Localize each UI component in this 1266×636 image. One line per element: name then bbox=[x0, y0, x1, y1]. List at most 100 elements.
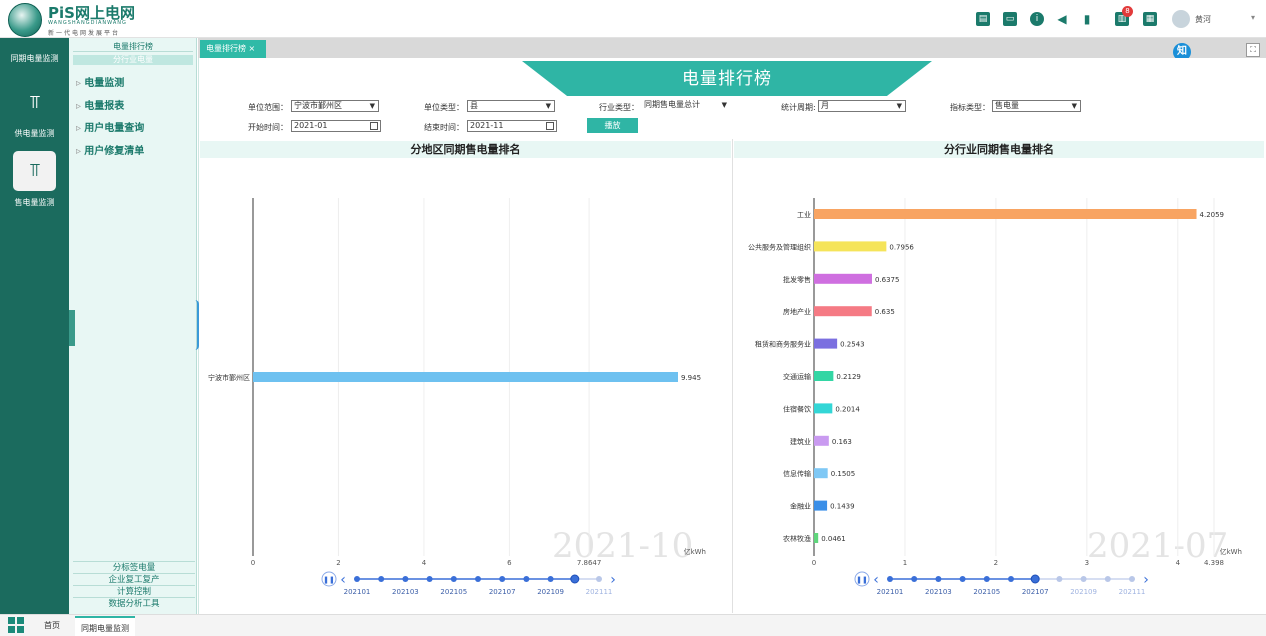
timeline-label: 202105 bbox=[440, 588, 467, 596]
category-label: 金融业 bbox=[790, 502, 811, 511]
data-label: 0.0461 bbox=[821, 535, 846, 543]
timeline-dot bbox=[499, 576, 506, 582]
start-time-label: 开始时间： bbox=[248, 123, 288, 132]
x-tick-label: 0 bbox=[812, 559, 816, 567]
menu-item-repair-list[interactable]: ▹ 用户修复清单 bbox=[76, 142, 144, 157]
calendar-icon[interactable] bbox=[370, 122, 378, 130]
message-icon[interactable]: ▭ bbox=[1003, 12, 1017, 26]
menu-bottom-calc-control[interactable]: 计算控制 bbox=[73, 585, 195, 597]
logo-globe-icon bbox=[8, 3, 42, 37]
avatar[interactable] bbox=[1172, 10, 1190, 28]
document-icon[interactable]: ▤ bbox=[976, 12, 990, 26]
info-icon[interactable]: i bbox=[1030, 12, 1044, 26]
timeline-dot bbox=[959, 576, 966, 582]
prev-icon: ‹ bbox=[873, 572, 879, 588]
bar bbox=[814, 371, 834, 381]
category-label: 租赁和商务服务业 bbox=[755, 340, 811, 349]
chevron-down-icon[interactable]: ▾ bbox=[1251, 13, 1255, 22]
tower-icon: ⫪ bbox=[29, 92, 41, 113]
data-label: 4.2059 bbox=[1200, 211, 1225, 219]
menu-sub-item-ranking[interactable]: 电量排行榜 bbox=[73, 42, 193, 52]
calculator-icon[interactable]: ▦ bbox=[1143, 12, 1157, 26]
close-icon[interactable]: × bbox=[249, 44, 256, 53]
bar bbox=[814, 241, 887, 252]
prev-icon: ‹ bbox=[340, 572, 346, 588]
bar bbox=[253, 372, 678, 382]
menu-bottom-data-tools[interactable]: 数据分析工具 bbox=[73, 597, 195, 609]
timeline-dot bbox=[570, 574, 580, 584]
period-select[interactable]: 月 ▼ bbox=[818, 100, 906, 112]
pause-icon: ❚❚ bbox=[323, 576, 335, 584]
next-icon: › bbox=[610, 572, 616, 588]
menu-collapse-handle[interactable] bbox=[69, 310, 75, 346]
bar bbox=[814, 209, 1197, 219]
nav-item-sales-monitor[interactable]: 售电量监测 bbox=[0, 197, 69, 208]
unit-type-select[interactable]: 县 ▼ bbox=[467, 100, 555, 112]
nav-item-supply-monitor[interactable]: 供电量监测 bbox=[0, 128, 69, 139]
menu-item-label: 用户电量查询 bbox=[84, 123, 145, 134]
menu-sub-item-industry[interactable]: 分行业电量 bbox=[73, 55, 193, 65]
category-label: 农林牧渔 bbox=[783, 534, 811, 543]
data-label: 0.635 bbox=[875, 308, 895, 316]
tab-strip bbox=[198, 38, 1266, 58]
unit-type-label: 单位类型： bbox=[424, 103, 464, 112]
menu-item-report[interactable]: ▹ 电量报表 bbox=[76, 97, 124, 112]
calendar-icon[interactable] bbox=[546, 122, 554, 130]
x-tick-label: 4 bbox=[1176, 559, 1181, 567]
timeline-dot bbox=[1056, 576, 1063, 582]
page-title: 电量排行榜 bbox=[682, 69, 772, 89]
start-time-input[interactable]: 2021-01 bbox=[291, 120, 381, 132]
unit-range-select[interactable]: 宁波市鄞州区 ▼ bbox=[291, 100, 379, 112]
select-value: 月 bbox=[821, 101, 829, 110]
timeline-dot bbox=[596, 576, 602, 582]
timeline-dot bbox=[1129, 576, 1135, 582]
industry-bar-chart: 0 1 2 3 4 4.398 亿kWh 工业 4.2059 公共服务及管理组织 0.7956 批发零… bbox=[748, 198, 1242, 596]
data-label: 0.2014 bbox=[835, 405, 860, 413]
x-tick-label: 2 bbox=[994, 559, 998, 567]
timeline-dot bbox=[523, 576, 530, 582]
nav-item-sync-monitor[interactable]: 同期电量监测 bbox=[0, 53, 69, 64]
category-label: 宁波市鄞州区 bbox=[208, 373, 250, 382]
bar bbox=[814, 533, 819, 543]
home-tab[interactable]: 首页 bbox=[44, 620, 60, 631]
timeline-dot bbox=[911, 576, 918, 582]
end-time-input[interactable]: 2021-11 bbox=[467, 120, 557, 132]
data-label: 0.1505 bbox=[831, 470, 856, 478]
grid-icon[interactable] bbox=[8, 617, 24, 633]
page-tab[interactable]: 同期电量监测 bbox=[75, 616, 135, 636]
top-bar bbox=[0, 0, 1266, 38]
chart-icon[interactable]: ▮ bbox=[1080, 12, 1094, 26]
username[interactable]: 黄河 bbox=[1195, 14, 1211, 25]
select-value: 售电量 bbox=[995, 101, 1019, 110]
menu-item-user-query[interactable]: ▹ 用户电量查询 bbox=[76, 119, 144, 134]
timeline-dot bbox=[475, 576, 481, 582]
fullscreen-icon[interactable]: ⛶ bbox=[1246, 43, 1260, 57]
timeline-label: 202109 bbox=[1070, 588, 1097, 596]
timeline-label: 202105 bbox=[973, 588, 1000, 596]
menu-bottom-tag-power[interactable]: 分标签电量 bbox=[73, 561, 195, 573]
timeline-label: 202101 bbox=[877, 588, 904, 596]
bottom-bar bbox=[0, 614, 1266, 636]
end-time-label: 结束时间： bbox=[424, 123, 464, 132]
play-button[interactable]: 播放 bbox=[587, 118, 638, 133]
x-tick-label: 7.8647 bbox=[577, 559, 602, 567]
metric-select[interactable]: 售电量 ▼ bbox=[992, 100, 1081, 112]
menu-bottom-resume-work[interactable]: 企业复工复产 bbox=[73, 573, 195, 585]
chevron-down-icon: ▼ bbox=[896, 102, 902, 110]
data-label: 0.2129 bbox=[836, 373, 861, 381]
menu-item-monitor[interactable]: ▹ 电量监测 bbox=[76, 74, 124, 89]
speaker-icon[interactable]: ◀ bbox=[1055, 12, 1069, 26]
bar bbox=[814, 306, 872, 317]
chevron-down-icon: ▼ bbox=[1071, 102, 1077, 110]
period-label: 统计周期: bbox=[781, 103, 816, 112]
industry-type-select[interactable]: 同期售电量总计 ▼ bbox=[642, 100, 730, 112]
category-label: 住宿餐饮 bbox=[783, 404, 811, 413]
logo-slogan: 新一代电网发展平台 bbox=[48, 30, 121, 37]
panel-resize-handle[interactable] bbox=[195, 300, 199, 350]
category-label: 建筑业 bbox=[790, 437, 811, 446]
tab-ranking[interactable]: 电量排行榜 × bbox=[200, 40, 266, 58]
x-tick-label: 4 bbox=[422, 559, 427, 567]
region-chart-title: 分地区同期售电量排名 bbox=[200, 141, 731, 158]
timeline-dot bbox=[1030, 574, 1040, 584]
timeline-dot bbox=[354, 576, 360, 582]
